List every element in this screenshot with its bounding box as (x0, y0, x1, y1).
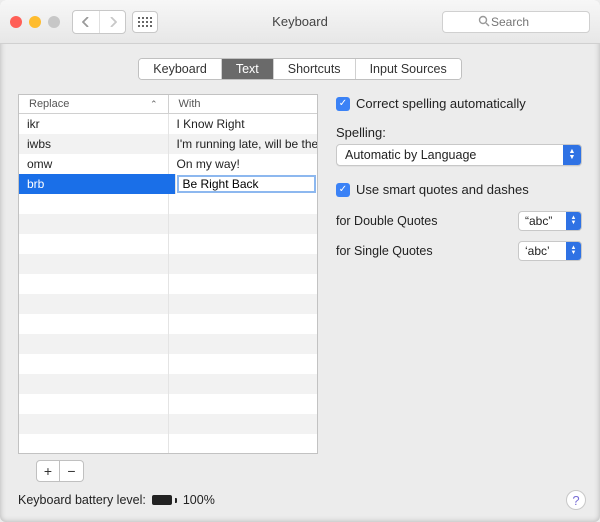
correct-spelling-label: Correct spelling automatically (356, 96, 526, 111)
tab-shortcuts[interactable]: Shortcuts (273, 59, 355, 79)
search-wrap (442, 11, 590, 33)
zoom-window-button[interactable] (48, 16, 60, 28)
double-quotes-label: for Double Quotes (336, 214, 518, 228)
tab-input-sources[interactable]: Input Sources (355, 59, 461, 79)
remove-button[interactable]: − (60, 460, 84, 482)
cell-with: I Know Right (169, 114, 318, 134)
titlebar: Keyboard (0, 0, 600, 44)
table-row[interactable] (19, 394, 317, 414)
footer: Keyboard battery level: 100% ? (18, 490, 586, 510)
table-row[interactable]: brb (19, 174, 317, 194)
single-quotes-label: for Single Quotes (336, 244, 518, 258)
window-controls (10, 16, 60, 28)
column-replace-label: Replace (29, 98, 69, 110)
checkbox-checked-icon: ✓ (336, 183, 350, 197)
table-row[interactable] (19, 434, 317, 453)
table-row[interactable] (19, 194, 317, 214)
table-row[interactable] (19, 334, 317, 354)
table-row[interactable] (19, 314, 317, 334)
checkbox-checked-icon: ✓ (336, 97, 350, 111)
tab-text[interactable]: Text (221, 59, 273, 79)
cell-with-editing (176, 174, 318, 194)
table-row[interactable] (19, 254, 317, 274)
spelling-heading: Spelling: (336, 125, 582, 140)
battery-icon (152, 495, 177, 505)
cell-replace: ikr (19, 114, 169, 134)
close-window-button[interactable] (10, 16, 22, 28)
spelling-select[interactable]: Automatic by Language ▲▼ (336, 144, 582, 166)
table-row[interactable]: omw On my way! (19, 154, 317, 174)
table-row[interactable]: iwbs I'm running late, will be the... (19, 134, 317, 154)
cell-replace: brb (19, 174, 176, 194)
replacements-table: Replace ⌃ With ikr I Know Right iwbs I'm… (18, 94, 318, 454)
column-replace-header[interactable]: Replace ⌃ (19, 95, 169, 113)
table-body: ikr I Know Right iwbs I'm running late, … (19, 114, 317, 453)
table-row[interactable] (19, 354, 317, 374)
cell-with: On my way! (169, 154, 318, 174)
cell-replace: iwbs (19, 134, 169, 154)
tabs: Keyboard Text Shortcuts Input Sources (0, 58, 600, 80)
help-icon: ? (572, 493, 579, 508)
cell-with: I'm running late, will be the... (169, 134, 318, 154)
help-button[interactable]: ? (566, 490, 586, 510)
double-quotes-select[interactable]: “abc” ▲▼ (518, 211, 582, 231)
single-quotes-value: ‘abc’ (525, 244, 550, 258)
nav-buttons (72, 10, 126, 34)
select-arrows-icon: ▲▼ (566, 242, 581, 260)
search-icon (478, 15, 490, 27)
show-all-button[interactable] (132, 11, 158, 33)
sort-indicator-icon: ⌃ (150, 99, 158, 110)
table-row[interactable] (19, 414, 317, 434)
forward-button[interactable] (99, 11, 125, 33)
select-arrows-icon: ▲▼ (566, 212, 581, 230)
battery-label: Keyboard battery level: (18, 493, 146, 507)
table-row[interactable]: ikr I Know Right (19, 114, 317, 134)
table-row[interactable] (19, 294, 317, 314)
plus-icon: + (44, 463, 52, 479)
table-row[interactable] (19, 374, 317, 394)
spelling-value: Automatic by Language (345, 148, 476, 162)
tab-keyboard[interactable]: Keyboard (139, 59, 221, 79)
select-arrows-icon: ▲▼ (563, 145, 581, 165)
add-button[interactable]: + (36, 460, 60, 482)
cell-replace: omw (19, 154, 169, 174)
double-quotes-value: “abc” (525, 214, 552, 228)
single-quotes-select[interactable]: ‘abc’ ▲▼ (518, 241, 582, 261)
search-input[interactable] (442, 11, 590, 33)
table-row[interactable] (19, 214, 317, 234)
table-row[interactable] (19, 274, 317, 294)
minimize-window-button[interactable] (29, 16, 41, 28)
correct-spelling-checkbox[interactable]: ✓ Correct spelling automatically (336, 96, 582, 111)
back-button[interactable] (73, 11, 99, 33)
smart-quotes-label: Use smart quotes and dashes (356, 182, 529, 197)
column-with-header[interactable]: With (169, 95, 318, 113)
column-with-label: With (179, 98, 201, 110)
grid-icon (138, 17, 152, 27)
minus-icon: − (67, 463, 75, 479)
cell-edit-input[interactable] (177, 175, 317, 193)
smart-quotes-checkbox[interactable]: ✓ Use smart quotes and dashes (336, 182, 582, 197)
table-row[interactable] (19, 234, 317, 254)
battery-value: 100% (183, 493, 215, 507)
